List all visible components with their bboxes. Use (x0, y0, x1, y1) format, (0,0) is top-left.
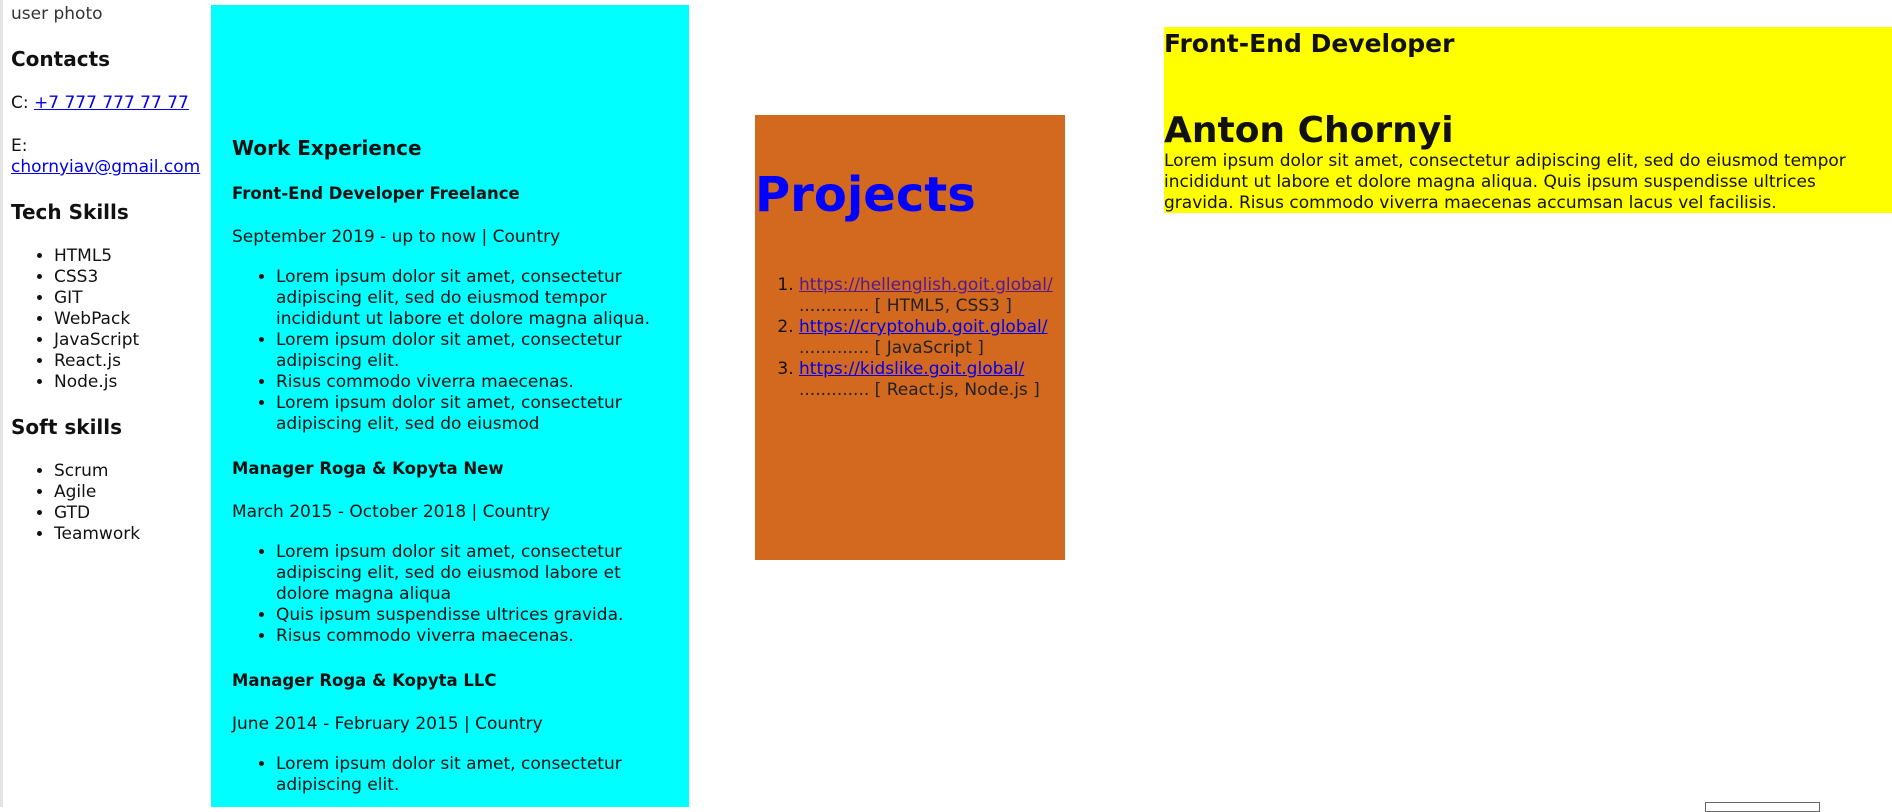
job-title: Manager Roga & Kopyta LLC (232, 671, 497, 690)
soft-skills-heading: Soft skills (11, 415, 123, 439)
bottom-box (1705, 802, 1820, 812)
tech-skill: Node.js (54, 372, 211, 393)
email-prefix: E: (11, 136, 28, 156)
job-duty: Risus commodo viverra maecenas. (276, 372, 672, 393)
tech-skill: GIT (54, 288, 211, 309)
job-duty: Lorem ipsum dolor sit amet, consectetur … (276, 754, 672, 796)
job-duties: Lorem ipsum dolor sit amet, consectetur … (232, 267, 672, 435)
contacts-heading: Contacts (11, 47, 111, 71)
email-link[interactable]: chornyiav@gmail.com (11, 157, 200, 177)
tech-skills-heading: Tech Skills (11, 200, 129, 224)
job-title: Manager Roga & Kopyta New (232, 459, 504, 478)
tech-skill: HTML5 (54, 246, 211, 267)
project-link[interactable]: https://cryptohub.goit.global/ (799, 317, 1048, 337)
project-link[interactable]: https://hellenglish.goit.global/ (799, 275, 1053, 295)
projects-section: Projects https://hellenglish.goit.global… (755, 115, 1065, 560)
phone-line: C: +7 777 777 77 77 (11, 93, 211, 114)
tech-skill: React.js (54, 351, 211, 372)
role-title: Front-End Developer (1164, 29, 1455, 58)
user-photo-broken-image: user photo (11, 4, 103, 24)
tech-skill: WebPack (54, 309, 211, 330)
soft-skill: Scrum (54, 461, 211, 482)
tech-skill: CSS3 (54, 267, 211, 288)
person-name: Anton Chornyi (1164, 110, 1454, 151)
email-line: E: chornyiav@gmail.com (11, 136, 211, 178)
project-link[interactable]: https://kidslike.goit.global/ (799, 359, 1024, 379)
projects-heading: Projects (755, 167, 976, 223)
job-duty: Lorem ipsum dolor sit amet, consectetur … (276, 542, 672, 605)
profile-header: Front-End Developer Anton Chornyi Lorem … (1164, 27, 1892, 213)
job-duty: Lorem ipsum dolor sit amet, consectetur … (276, 267, 672, 330)
project-item: https://cryptohub.goit.global/..........… (799, 317, 1053, 359)
job-duty: Quis ipsum suspendisse ultrices gravida. (276, 605, 672, 626)
job-duty: Risus commodo viverra maecenas. (276, 626, 672, 647)
work-experience-section: Work Experience Front-End Developer Free… (211, 5, 689, 807)
soft-skills-list: Scrum Agile GTD Teamwork (11, 461, 211, 545)
job-duty: Lorem ipsum dolor sit amet, consectetur … (276, 330, 672, 372)
job-duties: Lorem ipsum dolor sit amet, consectetur … (232, 754, 672, 796)
phone-prefix: C: (11, 93, 29, 113)
project-item: https://hellenglish.goit.global/........… (799, 275, 1053, 317)
job-period: September 2019 - up to now | Country (232, 227, 561, 247)
projects-list: https://hellenglish.goit.global/........… (755, 275, 1053, 401)
sidebar: user photo Contacts C: +7 777 777 77 77 … (11, 4, 211, 545)
job-duties: Lorem ipsum dolor sit amet, consectetur … (232, 542, 672, 647)
page-edge (0, 0, 3, 807)
job-title: Front-End Developer Freelance (232, 184, 520, 203)
phone-link[interactable]: +7 777 777 77 77 (34, 93, 189, 113)
soft-skill: Teamwork (54, 524, 211, 545)
soft-skill: GTD (54, 503, 211, 524)
project-item: https://kidslike.goit.global/...........… (799, 359, 1053, 401)
job-period: June 2014 - February 2015 | Country (232, 714, 543, 734)
job-duty: Lorem ipsum dolor sit amet, consectetur … (276, 393, 672, 435)
project-stack: ............. [ HTML5, CSS3 ] (799, 296, 1012, 316)
job-period: March 2015 - October 2018 | Country (232, 502, 551, 522)
project-stack: ............. [ JavaScript ] (799, 338, 984, 358)
work-experience-heading: Work Experience (232, 136, 422, 160)
summary-text: Lorem ipsum dolor sit amet, consectetur … (1164, 151, 1846, 213)
tech-skills-list: HTML5 CSS3 GIT WebPack JavaScript React.… (11, 246, 211, 393)
project-stack: ............. [ React.js, Node.js ] (799, 380, 1040, 400)
soft-skill: Agile (54, 482, 211, 503)
tech-skill: JavaScript (54, 330, 211, 351)
